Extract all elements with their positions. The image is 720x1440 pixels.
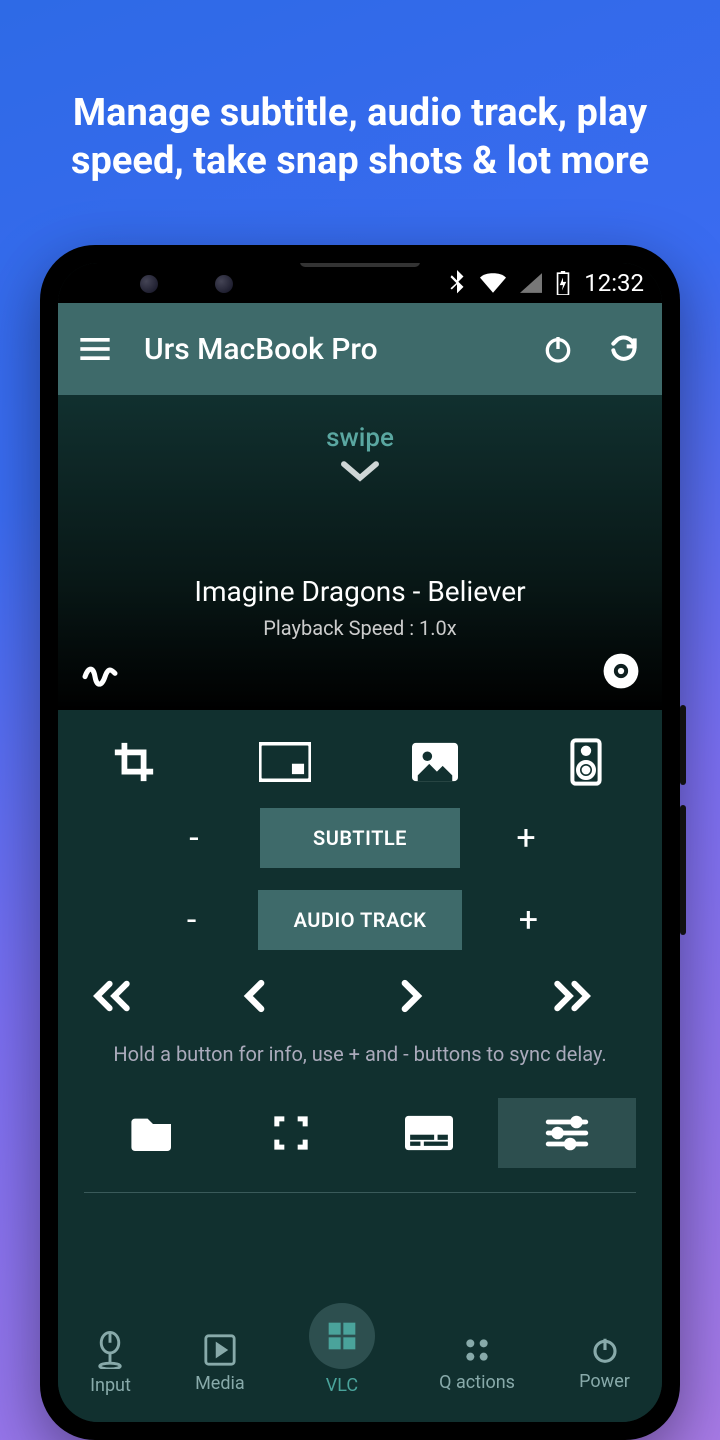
seek-row [84, 978, 636, 1014]
chevron-down-icon [337, 453, 383, 485]
phone-frame: 12:32 Urs MacBook Pro swipe Imagine Drag… [40, 245, 680, 1440]
subtitle-panel-icon[interactable] [360, 1098, 498, 1168]
subtitle-button[interactable]: SUBTITLE [260, 808, 460, 868]
phone-side-button [680, 805, 686, 935]
camera-lens-icon [140, 275, 158, 293]
seek-forward-icon[interactable] [397, 978, 477, 1014]
nav-qactions[interactable]: Q actions [439, 1334, 515, 1393]
app-title: Urs MacBook Pro [144, 332, 514, 367]
divider [84, 1192, 636, 1193]
nav-label: Power [579, 1371, 630, 1392]
cell-signal-icon [520, 273, 542, 293]
phone-speaker [300, 263, 420, 267]
audio-plus-button[interactable]: + [498, 900, 558, 940]
controls-panel: - SUBTITLE + - AUDIO TRACK + [58, 710, 662, 1312]
track-title: Imagine Dragons - Believer [194, 575, 525, 608]
nav-power[interactable]: Power [579, 1335, 630, 1392]
now-playing-panel[interactable]: swipe Imagine Dragons - Believer Playbac… [58, 395, 662, 710]
audio-track-button[interactable]: AUDIO TRACK [258, 890, 463, 950]
app-bar: Urs MacBook Pro [58, 303, 662, 395]
nav-label: Q actions [439, 1372, 515, 1393]
nav-label: Media [195, 1373, 245, 1394]
hint-text: Hold a button for info, use + and - butt… [84, 1042, 636, 1066]
battery-icon [556, 271, 570, 295]
folder-icon[interactable] [84, 1098, 222, 1168]
phone-side-button [680, 705, 686, 785]
swipe-label: swipe [326, 423, 394, 453]
nav-input[interactable]: Input [90, 1331, 131, 1396]
nav-label: VLC [326, 1375, 358, 1396]
audio-device-icon[interactable] [546, 738, 626, 786]
wifi-icon [480, 273, 506, 293]
fullscreen-icon[interactable] [222, 1098, 360, 1168]
bottom-actions-row [84, 1098, 636, 1168]
seek-back-icon[interactable] [243, 978, 323, 1014]
subtitle-plus-button[interactable]: + [496, 818, 556, 858]
bluetooth-icon [448, 270, 466, 296]
bottom-nav: Input Media VLC Q actions Power [58, 1312, 662, 1422]
refresh-icon[interactable] [608, 333, 640, 365]
power-icon[interactable] [542, 333, 574, 365]
crop-icon[interactable] [94, 739, 174, 785]
subtitle-control-row: - SUBTITLE + [84, 808, 636, 868]
nav-center-circle [309, 1303, 375, 1369]
equalizer-icon[interactable] [498, 1098, 636, 1168]
gesture-icon[interactable] [80, 646, 120, 690]
tool-row [84, 738, 636, 786]
nav-media[interactable]: Media [195, 1333, 245, 1394]
audio-minus-button[interactable]: - [162, 900, 222, 940]
camera-lens-icon [215, 275, 233, 293]
aspect-ratio-icon[interactable] [245, 742, 325, 782]
seek-forward-fast-icon[interactable] [550, 978, 630, 1014]
nav-label: Input [90, 1375, 131, 1396]
snapshot-icon[interactable] [395, 742, 475, 782]
promo-headline: Manage subtitle, audio track, play speed… [0, 0, 720, 195]
playback-speed-label: Playback Speed : 1.0x [263, 616, 456, 640]
clock-text: 12:32 [584, 269, 644, 297]
subtitle-minus-button[interactable]: - [164, 818, 224, 858]
seek-back-fast-icon[interactable] [90, 978, 170, 1014]
hamburger-menu-icon[interactable] [80, 338, 110, 360]
record-icon[interactable] [602, 648, 640, 690]
audio-track-control-row: - AUDIO TRACK + [84, 890, 636, 950]
nav-vlc[interactable]: VLC [309, 1331, 375, 1396]
